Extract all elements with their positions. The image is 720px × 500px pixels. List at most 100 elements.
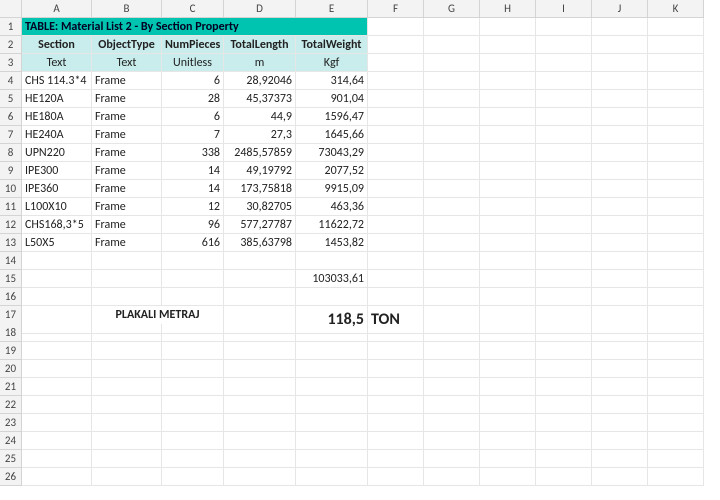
cell-C10[interactable]: 14 <box>162 180 224 198</box>
cell-J24[interactable] <box>592 432 648 450</box>
col-header-J[interactable]: J <box>592 0 648 18</box>
cell-K3[interactable] <box>648 54 704 72</box>
cell-C20[interactable] <box>162 360 224 378</box>
cell-C15[interactable] <box>162 270 224 288</box>
cell-H23[interactable] <box>480 414 536 432</box>
cell-E8[interactable]: 73043,29 <box>296 144 368 162</box>
cell-F19[interactable] <box>368 342 424 360</box>
row-header-18[interactable]: 18 <box>0 324 22 342</box>
cell-F11[interactable] <box>368 198 424 216</box>
col-header-H[interactable]: H <box>480 0 536 18</box>
cell-E16[interactable] <box>296 288 368 306</box>
cell-A4[interactable]: CHS 114.3*4 <box>22 72 92 90</box>
cell-F15[interactable] <box>368 270 424 288</box>
cell-G13[interactable] <box>424 234 480 252</box>
cell-A5[interactable]: HE120A <box>22 90 92 108</box>
cell-K20[interactable] <box>648 360 704 378</box>
cell-E7[interactable]: 1645,66 <box>296 126 368 144</box>
cell-B12[interactable]: Frame <box>92 216 162 234</box>
cell-A15[interactable] <box>22 270 92 288</box>
cell-J23[interactable] <box>592 414 648 432</box>
cell-E5[interactable]: 901,04 <box>296 90 368 108</box>
cell-D2[interactable]: TotalLength <box>224 36 296 54</box>
cell-C19[interactable] <box>162 342 224 360</box>
cell-H25[interactable] <box>480 450 536 468</box>
cell-H13[interactable] <box>480 234 536 252</box>
cell-K12[interactable] <box>648 216 704 234</box>
cell-F3[interactable] <box>368 54 424 72</box>
cell-F8[interactable] <box>368 144 424 162</box>
row-header-10[interactable]: 10 <box>0 180 22 198</box>
cell-D9[interactable]: 49,19792 <box>224 162 296 180</box>
cell-E25[interactable] <box>296 450 368 468</box>
cell-K13[interactable] <box>648 234 704 252</box>
cell-I7[interactable] <box>536 126 592 144</box>
cell-H19[interactable] <box>480 342 536 360</box>
cell-I10[interactable] <box>536 180 592 198</box>
cell-I24[interactable] <box>536 432 592 450</box>
cell-A19[interactable] <box>22 342 92 360</box>
cell-E15[interactable]: 103033,61 <box>296 270 368 288</box>
cell-G24[interactable] <box>424 432 480 450</box>
cell-K8[interactable] <box>648 144 704 162</box>
row-header-4[interactable]: 4 <box>0 72 22 90</box>
cell-I12[interactable] <box>536 216 592 234</box>
cell-F5[interactable] <box>368 90 424 108</box>
cell-D24[interactable] <box>224 432 296 450</box>
cell-A10[interactable]: IPE360 <box>22 180 92 198</box>
cell-I1[interactable] <box>536 18 592 36</box>
cell-B16[interactable] <box>92 288 162 306</box>
cell-A24[interactable] <box>22 432 92 450</box>
cell-G1[interactable] <box>424 18 480 36</box>
cell-F16[interactable] <box>368 288 424 306</box>
cell-K10[interactable] <box>648 180 704 198</box>
cell-E23[interactable] <box>296 414 368 432</box>
cell-J10[interactable] <box>592 180 648 198</box>
cell-B4[interactable]: Frame <box>92 72 162 90</box>
cell-K16[interactable] <box>648 288 704 306</box>
cell-H6[interactable] <box>480 108 536 126</box>
col-header-I[interactable]: I <box>536 0 592 18</box>
cell-D12[interactable]: 577,27787 <box>224 216 296 234</box>
cell-C24[interactable] <box>162 432 224 450</box>
cell-J26[interactable] <box>592 468 648 486</box>
cell-H18[interactable] <box>480 324 536 342</box>
cell-D25[interactable] <box>224 450 296 468</box>
row-header-24[interactable]: 24 <box>0 432 22 450</box>
cell-E10[interactable]: 9915,09 <box>296 180 368 198</box>
cell-F6[interactable] <box>368 108 424 126</box>
row-header-6[interactable]: 6 <box>0 108 22 126</box>
cell-K7[interactable] <box>648 126 704 144</box>
cell-K22[interactable] <box>648 396 704 414</box>
cell-C14[interactable] <box>162 252 224 270</box>
cell-F21[interactable] <box>368 378 424 396</box>
cell-C4[interactable]: 6 <box>162 72 224 90</box>
cell-J9[interactable] <box>592 162 648 180</box>
cell-A6[interactable]: HE180A <box>22 108 92 126</box>
row-header-16[interactable]: 16 <box>0 288 22 306</box>
cell-J1[interactable] <box>592 18 648 36</box>
cell-G25[interactable] <box>424 450 480 468</box>
cell-I21[interactable] <box>536 378 592 396</box>
cell-J18[interactable] <box>592 324 648 342</box>
cell-J11[interactable] <box>592 198 648 216</box>
cell-D16[interactable] <box>224 288 296 306</box>
cell-F7[interactable] <box>368 126 424 144</box>
cell-J4[interactable] <box>592 72 648 90</box>
cell-B6[interactable]: Frame <box>92 108 162 126</box>
cell-A26[interactable] <box>22 468 92 486</box>
cell-E4[interactable]: 314,64 <box>296 72 368 90</box>
cell-F10[interactable] <box>368 180 424 198</box>
col-header-E[interactable]: E <box>296 0 368 18</box>
cell-D14[interactable] <box>224 252 296 270</box>
cell-I3[interactable] <box>536 54 592 72</box>
cell-C12[interactable]: 96 <box>162 216 224 234</box>
cell-B8[interactable]: Frame <box>92 144 162 162</box>
cell-K24[interactable] <box>648 432 704 450</box>
cell-J15[interactable] <box>592 270 648 288</box>
cell-F22[interactable] <box>368 396 424 414</box>
col-header-C[interactable]: C <box>162 0 224 18</box>
cell-B22[interactable] <box>92 396 162 414</box>
cell-J25[interactable] <box>592 450 648 468</box>
cell-H20[interactable] <box>480 360 536 378</box>
